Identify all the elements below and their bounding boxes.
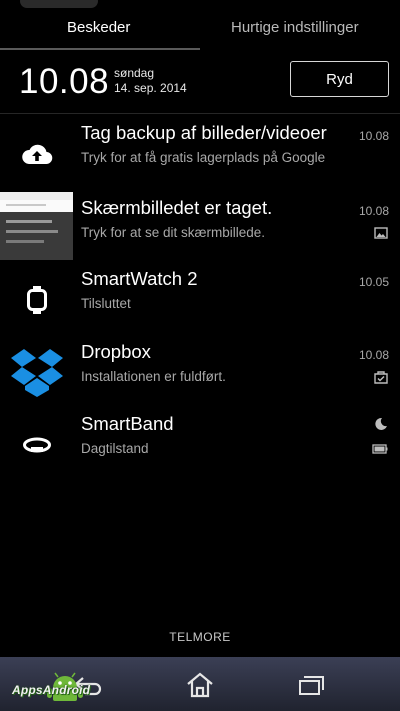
notification-dropbox[interactable]: Dropbox Installationen er fuldført. 10.0… xyxy=(0,339,400,407)
header-divider xyxy=(0,113,400,114)
smartwatch-icon xyxy=(0,266,73,334)
notification-subtitle: Dagtilstand xyxy=(81,441,149,456)
notification-subtitle: Tilsluttet xyxy=(81,296,131,311)
home-icon xyxy=(187,672,213,698)
notification-header: 10.08 søndag 14. sep. 2014 Ryd xyxy=(0,52,400,112)
clock-date: 14. sep. 2014 xyxy=(114,81,187,95)
watermark-text: AppsAndroid xyxy=(12,683,91,697)
notification-subtitle: Tryk for at se dit skærmbillede. xyxy=(81,225,266,240)
notification-screenshot[interactable]: Skærmbilledet er taget. Tryk for at se d… xyxy=(0,192,400,263)
notification-title: Dropbox xyxy=(81,341,151,362)
notification-smartwatch[interactable]: SmartWatch 2 Tilsluttet 10.05 xyxy=(0,266,400,334)
notification-time: 10.05 xyxy=(358,275,389,289)
tab-quick-settings[interactable]: Hurtige indstillinger xyxy=(231,19,359,36)
notification-time: 10.08 xyxy=(358,204,389,218)
notification-time: 10.08 xyxy=(358,129,389,143)
install-complete-icon xyxy=(374,371,388,384)
tab-messages[interactable]: Beskeder xyxy=(67,19,130,36)
notification-title: Skærmbilledet er taget. xyxy=(81,197,273,218)
notification-title: Tag backup af billeder/videoer xyxy=(81,122,327,143)
drag-handle[interactable] xyxy=(20,0,98,8)
clock-day: søndag xyxy=(114,66,155,80)
clear-notifications-button[interactable]: Ryd xyxy=(290,61,389,97)
cloud-upload-icon xyxy=(0,120,73,188)
dropbox-icon xyxy=(0,339,73,407)
notification-title: SmartBand xyxy=(81,413,174,434)
clock-time: 10.08 xyxy=(19,62,110,101)
battery-icon xyxy=(372,444,388,454)
smartband-icon xyxy=(0,411,73,479)
moon-icon xyxy=(375,417,387,430)
home-button[interactable] xyxy=(176,665,224,705)
image-icon xyxy=(374,227,388,239)
screenshot-thumbnail xyxy=(0,192,73,260)
notification-smartband[interactable]: SmartBand Dagtilstand xyxy=(0,411,400,479)
active-tab-indicator xyxy=(0,48,200,50)
notification-tabs: Beskeder Hurtige indstillinger xyxy=(0,0,400,50)
notification-title: SmartWatch 2 xyxy=(81,268,198,289)
notification-subtitle: Tryk for at få gratis lagerplads på Goog… xyxy=(81,150,326,165)
recent-apps-icon xyxy=(299,676,324,695)
recent-apps-button[interactable] xyxy=(287,665,335,705)
notification-backup[interactable]: Tag backup af billeder/videoer Tryk for … xyxy=(0,120,400,188)
notification-subtitle: Installationen er fuldført. xyxy=(81,369,226,384)
carrier-label: TELMORE xyxy=(169,630,231,644)
notification-time: 10.08 xyxy=(358,348,389,362)
